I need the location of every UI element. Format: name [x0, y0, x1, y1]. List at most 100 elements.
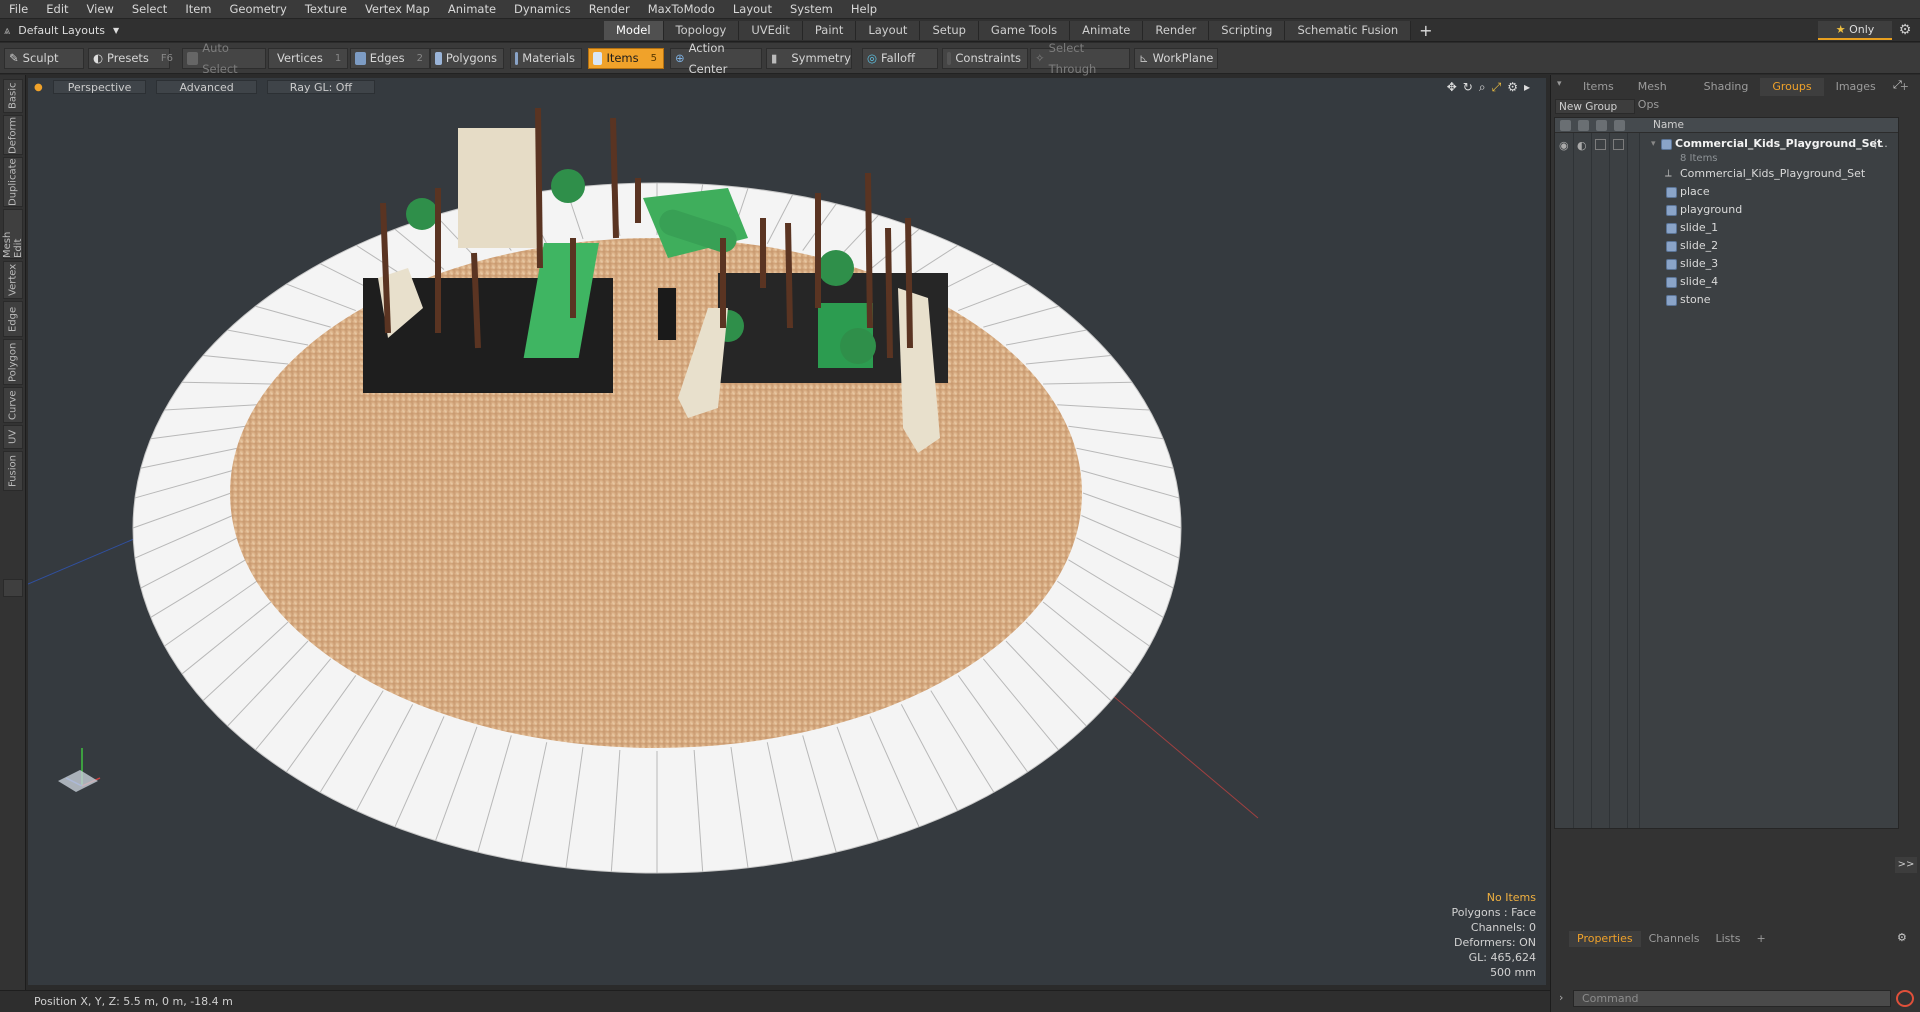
command-record-button[interactable]	[1896, 990, 1914, 1007]
tab-vertex[interactable]: Vertex	[3, 261, 23, 299]
menu-help[interactable]: Help	[842, 0, 886, 19]
action-center-button[interactable]: ⊕ Action Center	[670, 41, 762, 76]
properties-gear-icon[interactable]: ⚙	[1897, 931, 1907, 944]
tab-basic[interactable]: Basic	[3, 79, 23, 113]
menu-select[interactable]: Select	[123, 0, 176, 19]
menu-file[interactable]: File	[0, 0, 37, 19]
tab-paint[interactable]: Paint	[802, 21, 857, 40]
tab-fusion[interactable]: Fusion	[3, 451, 23, 491]
list-item[interactable]: slide_4	[1555, 273, 1898, 291]
tab-deform[interactable]: Deform	[3, 115, 23, 155]
tab-lists[interactable]: Lists	[1708, 931, 1749, 947]
polygons-button[interactable]: Polygons	[430, 48, 504, 69]
menu-animate[interactable]: Animate	[439, 0, 505, 19]
menu-layout[interactable]: Layout	[724, 0, 781, 19]
tab-scripting[interactable]: Scripting	[1209, 21, 1286, 40]
list-item[interactable]: stone	[1555, 291, 1898, 309]
render-toggle-icon[interactable]: ◐	[1577, 137, 1587, 155]
workplane-button[interactable]: ⊾ WorkPlane	[1134, 48, 1218, 69]
lock-checkbox[interactable]	[1595, 139, 1606, 150]
maximize-panel-icon[interactable]: ⤢	[1893, 78, 1902, 92]
eye-icon[interactable]: ◉	[1559, 137, 1569, 155]
tab-mesh-ops[interactable]: Mesh Ops	[1626, 78, 1692, 111]
tab-edge[interactable]: Edge	[3, 301, 23, 337]
visibility-column-icon[interactable]	[1560, 120, 1571, 131]
expand-icon[interactable]: ▾	[1651, 135, 1656, 153]
presets-button[interactable]: ◐ Presets F6	[88, 48, 173, 69]
tab-uv[interactable]: UV	[3, 425, 23, 449]
fit-view-icon[interactable]: ⤢	[1492, 80, 1502, 95]
tab-properties[interactable]: Properties	[1569, 931, 1641, 947]
tab-groups[interactable]: Groups	[1760, 78, 1824, 96]
gear-icon[interactable]: ⚙	[1894, 21, 1916, 40]
tab-curve[interactable]: Curve	[3, 387, 23, 423]
falloff-button[interactable]: ◎ Falloff	[862, 48, 938, 69]
render-column-icon[interactable]	[1578, 120, 1589, 131]
list-item[interactable]: slide_3	[1555, 255, 1898, 273]
name-column-header[interactable]: Name	[1653, 118, 1684, 133]
layout-dropdown-label: Default Layouts	[18, 24, 106, 37]
tab-duplicate[interactable]: Duplicate	[3, 157, 23, 207]
menu-vertex-map[interactable]: Vertex Map	[356, 0, 439, 19]
tab-schematic-fusion[interactable]: Schematic Fusion	[1285, 21, 1412, 40]
tab-layout[interactable]: Layout	[856, 21, 921, 40]
edges-button[interactable]: Edges 2	[350, 48, 430, 69]
tab-shading[interactable]: Shading	[1692, 78, 1761, 96]
add-tab-button[interactable]: +	[1411, 21, 1440, 40]
list-item[interactable]: slide_1	[1555, 219, 1898, 237]
new-group-button[interactable]: New Group	[1555, 99, 1635, 114]
add-bottom-tab-button[interactable]: +	[1748, 931, 1773, 947]
menu-texture[interactable]: Texture	[296, 0, 356, 19]
tab-channels[interactable]: Channels	[1641, 931, 1708, 947]
3d-viewport[interactable]: ● Perspective Advanced Ray GL: Off ✥ ↻ ⌕…	[28, 78, 1546, 985]
strip-toggle[interactable]	[3, 579, 23, 597]
constraints-button[interactable]: Constraints	[942, 48, 1028, 69]
symmetry-button[interactable]: ▮ Symmetry	[766, 48, 852, 69]
menu-render[interactable]: Render	[580, 0, 639, 19]
vertices-button[interactable]: Vertices 1	[268, 48, 348, 69]
sculpt-button[interactable]: ✎ Sculpt	[4, 48, 84, 69]
tab-mesh-edit[interactable]: Mesh Edit	[2, 209, 24, 259]
viewport-gear-icon[interactable]: ⚙	[1507, 80, 1518, 95]
shading-mode-button[interactable]: Advanced	[156, 80, 257, 94]
menu-maxtomodo[interactable]: MaxToModo	[639, 0, 724, 19]
items-icon	[593, 52, 603, 65]
group-row-root[interactable]: ◉ ◐ ▾ Commercial_Kids_Playground_Set (..…	[1555, 135, 1898, 165]
menu-system[interactable]: System	[781, 0, 842, 19]
menu-item[interactable]: Item	[176, 0, 220, 19]
select-column-icon[interactable]	[1614, 120, 1625, 131]
select-through-button[interactable]: ✧ Select Through	[1030, 41, 1130, 76]
tab-images[interactable]: Images	[1824, 78, 1888, 96]
list-item[interactable]: place	[1555, 183, 1898, 201]
list-item[interactable]: slide_2	[1555, 237, 1898, 255]
select-checkbox[interactable]	[1613, 139, 1624, 150]
auto-select-button[interactable]: Auto Select	[182, 41, 266, 76]
raygl-button[interactable]: Ray GL: Off	[266, 80, 376, 94]
auto-select-icon	[187, 52, 199, 65]
list-item[interactable]: playground	[1555, 201, 1898, 219]
tab-items[interactable]: Items	[1571, 78, 1626, 96]
menu-dynamics[interactable]: Dynamics	[505, 0, 580, 19]
tab-model[interactable]: Model	[604, 21, 664, 40]
menu-geometry[interactable]: Geometry	[221, 0, 296, 19]
materials-button[interactable]: Materials	[510, 48, 582, 69]
rotate-view-icon[interactable]: ↻	[1463, 80, 1473, 95]
tab-setup[interactable]: Setup	[920, 21, 979, 40]
lock-column-icon[interactable]	[1596, 120, 1607, 131]
zoom-view-icon[interactable]: ⌕	[1479, 80, 1486, 95]
tab-polygon[interactable]: Polygon	[3, 339, 23, 385]
viewport-menu-icon[interactable]: ▸	[1524, 80, 1530, 95]
items-shortcut: 5	[650, 53, 657, 64]
items-button[interactable]: Items 5	[588, 48, 664, 69]
menu-view[interactable]: View	[78, 0, 123, 19]
expand-button[interactable]: >>	[1895, 857, 1917, 873]
tab-render[interactable]: Render	[1143, 21, 1210, 40]
move-view-icon[interactable]: ✥	[1447, 80, 1457, 95]
only-button[interactable]: ★ Only	[1818, 21, 1892, 40]
group-suffix: (...	[1873, 137, 1888, 150]
view-mode-button[interactable]: Perspective	[52, 80, 147, 94]
menu-edit[interactable]: Edit	[37, 0, 77, 19]
layout-dropdown[interactable]: ⩓ Default Layouts ▼	[4, 22, 119, 39]
list-item[interactable]: ⟂ Commercial_Kids_Playground_Set	[1555, 165, 1898, 183]
command-input[interactable]: Command	[1573, 990, 1891, 1007]
